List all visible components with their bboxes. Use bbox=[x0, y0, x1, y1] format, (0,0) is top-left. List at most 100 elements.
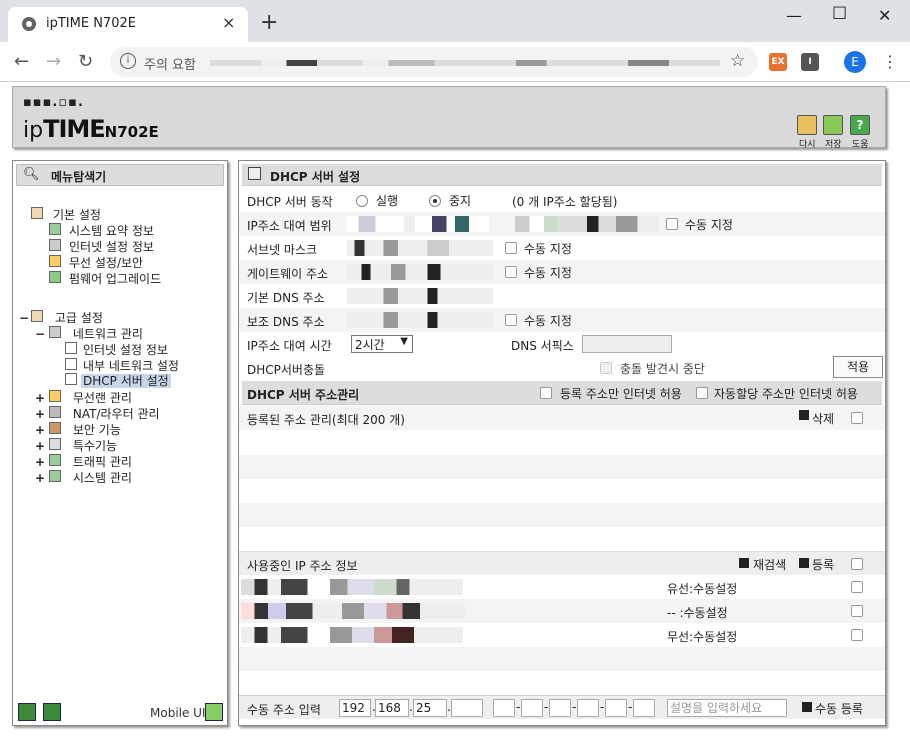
row-checkbox[interactable] bbox=[851, 629, 863, 641]
tree-item-wireless[interactable]: 무선 설정/보안 bbox=[49, 254, 143, 271]
profile-avatar[interactable]: E bbox=[844, 51, 866, 73]
delete-icon[interactable] bbox=[799, 410, 809, 420]
extension-i-icon[interactable]: I bbox=[801, 53, 819, 71]
dns-suffix-input[interactable] bbox=[582, 335, 672, 353]
manual-dns2-checkbox[interactable] bbox=[505, 314, 517, 326]
back-button[interactable]: ← bbox=[14, 51, 29, 72]
monitor-icon bbox=[49, 239, 61, 251]
save-icon[interactable] bbox=[823, 115, 843, 135]
conflict-stop-label: 충돌 발견시 중단 bbox=[620, 362, 705, 376]
close-window-button[interactable]: ✕ bbox=[878, 6, 891, 25]
plus-icon[interactable] bbox=[802, 702, 812, 712]
menu-explorer-header: 🔍︎ 메뉴탐색기 bbox=[16, 164, 224, 186]
tree-network[interactable]: − 네트워크 관리 bbox=[35, 325, 143, 342]
home-icon[interactable] bbox=[18, 703, 36, 721]
manual-range-checkbox[interactable] bbox=[666, 218, 678, 230]
subnet-redacted[interactable] bbox=[347, 240, 493, 256]
tree-advanced[interactable]: − 고급 설정 bbox=[19, 309, 103, 326]
mac-6[interactable] bbox=[633, 699, 655, 717]
reload-button[interactable]: ↻ bbox=[78, 51, 93, 72]
manual-gateway-checkbox[interactable] bbox=[505, 266, 517, 278]
row-checkbox[interactable] bbox=[851, 581, 863, 593]
manual-label: 수동 지정 bbox=[685, 218, 733, 232]
info-icon[interactable]: i bbox=[120, 53, 136, 69]
forward-button[interactable]: → bbox=[46, 51, 61, 72]
rescan-button[interactable]: 재검색 bbox=[753, 556, 786, 573]
apply-button[interactable]: 적용 bbox=[833, 356, 883, 378]
plus-icon[interactable] bbox=[799, 558, 809, 568]
mac-4[interactable] bbox=[577, 699, 599, 717]
ip-octet-1[interactable]: 192 bbox=[339, 699, 371, 717]
mobile-ui-link[interactable]: Mobile UI bbox=[150, 706, 206, 720]
tree-system[interactable]: + 시스템 관리 bbox=[35, 469, 132, 486]
tree-item-firmware[interactable]: 펌웨어 업그레이드 bbox=[49, 270, 161, 287]
rescan-icon[interactable] bbox=[739, 558, 749, 568]
expand-icon[interactable]: + bbox=[35, 471, 45, 485]
ip-octet-3[interactable]: 25 bbox=[413, 699, 447, 717]
expand-icon[interactable]: + bbox=[35, 423, 45, 437]
dns2-redacted[interactable] bbox=[347, 312, 493, 328]
conflict-stop-checkbox[interactable] bbox=[600, 362, 612, 374]
mac-3[interactable] bbox=[549, 699, 571, 717]
expand-icon[interactable]: + bbox=[35, 407, 45, 421]
tree-nat[interactable]: + NAT/라우터 관리 bbox=[35, 405, 160, 422]
range-end-redacted[interactable] bbox=[515, 216, 659, 232]
mac-2[interactable] bbox=[521, 699, 543, 717]
bookmark-star-icon[interactable]: ☆ bbox=[730, 51, 745, 71]
tree-traffic[interactable]: + 트래픽 관리 bbox=[35, 453, 132, 470]
registered-list bbox=[239, 431, 885, 549]
radio-stop[interactable] bbox=[429, 195, 441, 207]
radio-run[interactable] bbox=[356, 195, 368, 207]
register-button[interactable]: 등록 bbox=[812, 556, 834, 573]
address-bar[interactable]: i 주의 요함 ☆ bbox=[110, 47, 758, 77]
gateway-redacted[interactable] bbox=[347, 264, 493, 280]
description-input[interactable]: 설명을 입력하세요 bbox=[667, 699, 787, 717]
ip-octet-4[interactable] bbox=[451, 699, 483, 717]
brand-logo-mark: ▪▪▪.▫▪. bbox=[23, 95, 84, 110]
tree-basic[interactable]: 기본 설정 bbox=[31, 206, 101, 223]
collapse-icon[interactable]: − bbox=[19, 311, 29, 325]
tree-wireless-mgmt[interactable]: + 무선랜 관리 bbox=[35, 389, 132, 406]
ip-octet-2[interactable]: 168 bbox=[375, 699, 409, 717]
range-start-redacted[interactable] bbox=[347, 216, 489, 232]
logout-icon[interactable] bbox=[43, 703, 61, 721]
row-server-action: DHCP 서버 동작 실행 중지 (0 개 IP주소 할당됨) bbox=[239, 188, 885, 212]
maximize-button[interactable]: ☐ bbox=[832, 4, 847, 24]
manual-subnet-checkbox[interactable] bbox=[505, 242, 517, 254]
folder-icon bbox=[31, 310, 43, 322]
registered-title: 등록된 주소 관리(최대 200 개) bbox=[247, 413, 405, 427]
minimize-button[interactable]: — bbox=[786, 6, 802, 25]
row-checkbox[interactable] bbox=[851, 605, 863, 617]
tree-item-dhcp[interactable]: DHCP 서버 설정 bbox=[65, 372, 171, 389]
help-icon[interactable]: ? bbox=[850, 115, 870, 135]
select-all-registered-checkbox[interactable] bbox=[851, 412, 863, 424]
tree-security[interactable]: + 보안 기능 bbox=[35, 421, 121, 438]
expand-icon[interactable]: + bbox=[35, 391, 45, 405]
collapse-icon[interactable]: − bbox=[35, 327, 45, 341]
tree-item-internet-info[interactable]: 인터넷 설정 정보 bbox=[49, 238, 154, 255]
tree-special[interactable]: + 특수기능 bbox=[35, 437, 117, 454]
undo-icon[interactable] bbox=[797, 115, 817, 135]
browser-tab[interactable]: ipTIME N702E × bbox=[8, 7, 248, 42]
browser-menu-icon[interactable]: ⋮ bbox=[882, 52, 898, 71]
mobile-icon[interactable] bbox=[205, 703, 223, 721]
delete-button[interactable]: 삭제 bbox=[812, 410, 834, 427]
dns1-redacted[interactable] bbox=[347, 288, 493, 304]
new-tab-button[interactable]: + bbox=[260, 12, 278, 34]
mac-1[interactable] bbox=[493, 699, 515, 717]
settings-page-icon bbox=[248, 167, 261, 180]
reg-only-checkbox[interactable] bbox=[540, 387, 552, 399]
tab-close-icon[interactable]: × bbox=[222, 13, 235, 32]
manual-register-button[interactable]: 수동 등록 bbox=[815, 700, 863, 717]
tree-item-sys-summary[interactable]: 시스템 요약 정보 bbox=[49, 222, 154, 239]
expand-icon[interactable]: + bbox=[35, 455, 45, 469]
page-icon bbox=[65, 373, 77, 385]
extension-ex-icon[interactable]: EX bbox=[769, 53, 787, 71]
tree-item-net-internet[interactable]: 인터넷 설정 정보 bbox=[65, 341, 168, 358]
in-use-row: 무선:수동설정 bbox=[239, 623, 885, 647]
mac-5[interactable] bbox=[605, 699, 627, 717]
select-all-inuse-checkbox[interactable] bbox=[851, 558, 863, 570]
lease-time-select[interactable]: 2시간 ▼ bbox=[351, 335, 413, 353]
auto-only-checkbox[interactable] bbox=[696, 387, 708, 399]
expand-icon[interactable]: + bbox=[35, 439, 45, 453]
